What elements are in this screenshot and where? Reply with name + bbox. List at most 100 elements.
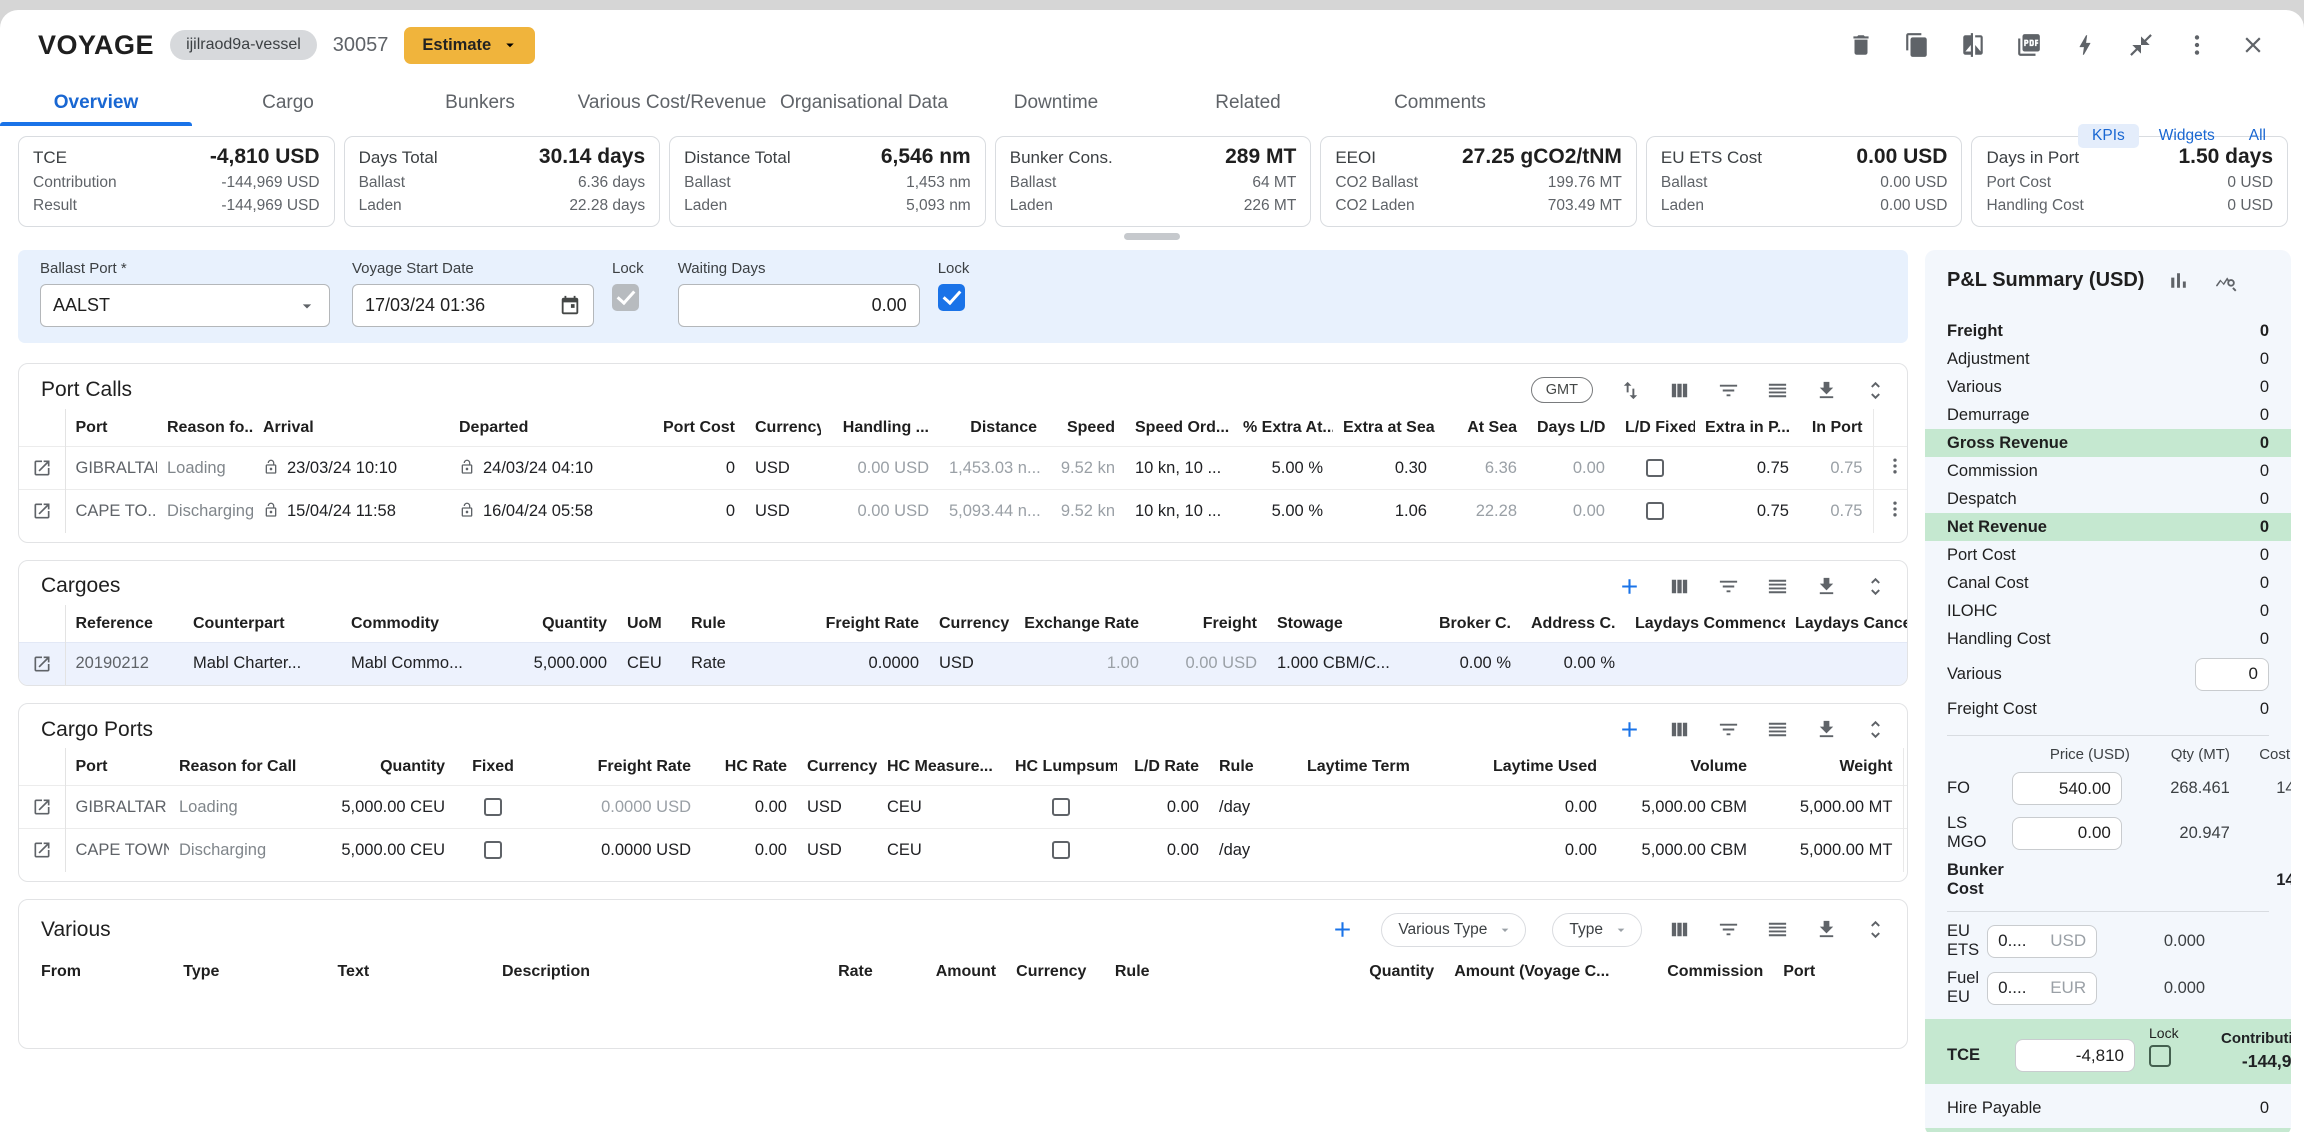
tab-organisational-data[interactable]: Organisational Data xyxy=(768,80,960,126)
cargo-row[interactable]: 20190212 Mabl Charter... Mabl Commo... 5… xyxy=(19,642,1908,685)
lock-waiting-checkbox[interactable] xyxy=(938,284,965,311)
tab-downtime[interactable]: Downtime xyxy=(960,80,1152,126)
filter-button[interactable] xyxy=(1717,918,1740,941)
tab-bunkers[interactable]: Bunkers xyxy=(384,80,576,126)
export-pdf-button[interactable] xyxy=(2012,28,2046,62)
toggle-kpis[interactable]: KPIs xyxy=(2078,124,2139,148)
collapse-section-button[interactable] xyxy=(1864,379,1887,402)
tab-comments[interactable]: Comments xyxy=(1344,80,1536,126)
voyage-form: Ballast Port * AALST Voyage Start Date 1… xyxy=(18,250,1908,343)
tce-lock-checkbox[interactable] xyxy=(2149,1045,2171,1067)
close-icon xyxy=(2240,32,2266,58)
download-icon xyxy=(1815,575,1838,598)
density-button[interactable] xyxy=(1766,918,1789,941)
columns-button[interactable] xyxy=(1668,575,1691,598)
row-menu-icon[interactable] xyxy=(1885,456,1905,476)
open-record-icon[interactable] xyxy=(32,797,52,817)
delete-button[interactable] xyxy=(1844,28,1878,62)
sort-button[interactable] xyxy=(1619,379,1642,402)
collapse-window-button[interactable] xyxy=(2124,28,2158,62)
kpi-card-days-total: Days Total30.14 days Ballast6.36 days La… xyxy=(344,136,661,227)
bar-chart-icon[interactable] xyxy=(2166,268,2191,293)
cargo-port-row[interactable]: CAPE TOWN Discharging 5,000.00 CEU 0.000… xyxy=(19,829,1908,872)
type-filter[interactable]: Type xyxy=(1552,913,1642,947)
lock-open-icon xyxy=(263,502,279,518)
estimate-button[interactable]: Estimate xyxy=(404,27,535,64)
toggle-all[interactable]: All xyxy=(2235,124,2280,148)
port-calls-section: Port Calls GMT Port xyxy=(18,363,1908,543)
add-cargo-port-button[interactable] xyxy=(1617,717,1642,742)
filter-button[interactable] xyxy=(1717,575,1740,598)
titlebar: VOYAGE ijilraod9a-vessel 30057 Estimate xyxy=(0,10,2304,80)
eu-ets-price-input[interactable]: 0.... USD xyxy=(1987,925,2097,958)
voyage-start-input[interactable]: 17/03/24 01:36 xyxy=(352,284,594,327)
fixed-checkbox[interactable] xyxy=(484,841,502,859)
pnl-next-row-sliver xyxy=(1925,1128,2291,1132)
add-various-button[interactable] xyxy=(1330,917,1355,942)
download-button[interactable] xyxy=(1815,379,1838,402)
download-button[interactable] xyxy=(1815,718,1838,741)
ld-fixed-checkbox[interactable] xyxy=(1646,459,1664,477)
density-button[interactable] xyxy=(1766,718,1789,741)
port-call-row[interactable]: CAPE TO... Discharging 15/04/24 11:58 16… xyxy=(19,490,1908,533)
eu-ets-qty: 0.000 xyxy=(2113,932,2205,951)
various-cost-input[interactable] xyxy=(2195,658,2269,691)
download-button[interactable] xyxy=(1815,918,1838,941)
port-calls-table: Port Reason fo... Arrival Departed Port … xyxy=(19,409,1908,533)
tab-overview[interactable]: Overview xyxy=(0,80,192,126)
ets-table: EU ETS 0.... USD 0.000 0 Fuel EU 0.... E… xyxy=(1947,922,2269,1007)
fo-price-input[interactable] xyxy=(2012,772,2122,805)
cargo-port-row[interactable]: GIBRALTAR Loading 5,000.00 CEU 0.0000 US… xyxy=(19,786,1908,829)
toggle-widgets[interactable]: Widgets xyxy=(2145,124,2229,148)
hc-lumpsum-checkbox[interactable] xyxy=(1052,798,1070,816)
open-record-icon[interactable] xyxy=(32,840,52,860)
open-record-icon[interactable] xyxy=(32,501,52,521)
hc-lumpsum-checkbox[interactable] xyxy=(1052,841,1070,859)
pnl-row-gross-revenue: Gross Revenue0 xyxy=(1925,429,2291,457)
lsmgo-price-input[interactable] xyxy=(2012,817,2122,850)
close-button[interactable] xyxy=(2236,28,2270,62)
fixed-checkbox[interactable] xyxy=(484,798,502,816)
density-button[interactable] xyxy=(1766,575,1789,598)
ballast-port-select[interactable]: AALST xyxy=(40,284,330,327)
filter-icon xyxy=(1717,718,1740,741)
fuel-eu-qty: 0.000 xyxy=(2113,979,2205,998)
collapse-section-button[interactable] xyxy=(1864,918,1887,941)
various-type-filter[interactable]: Various Type xyxy=(1381,913,1526,947)
tab-cargo[interactable]: Cargo xyxy=(192,80,384,126)
drag-handle[interactable] xyxy=(1124,233,1180,240)
query-stats-icon[interactable] xyxy=(2213,268,2238,293)
row-menu-icon[interactable] xyxy=(1885,499,1905,519)
filter-button[interactable] xyxy=(1717,379,1740,402)
filter-button[interactable] xyxy=(1717,718,1740,741)
compare-button[interactable] xyxy=(1956,28,1990,62)
pnl-row-various: Various0 xyxy=(1947,373,2269,401)
columns-button[interactable] xyxy=(1668,718,1691,741)
pnl-row-despatch: Despatch0 xyxy=(1947,485,2269,513)
lock-date-checkbox[interactable] xyxy=(612,284,639,311)
bolt-icon xyxy=(2072,32,2098,58)
open-record-icon[interactable] xyxy=(32,458,52,478)
tce-input[interactable] xyxy=(2015,1039,2135,1072)
copy-button[interactable] xyxy=(1900,28,1934,62)
sort-icon xyxy=(1619,379,1642,402)
port-call-row[interactable]: GIBRALTAR Loading 23/03/24 10:10 24/03/2… xyxy=(19,447,1908,490)
fuel-eu-price-input[interactable]: 0.... EUR xyxy=(1987,972,2097,1005)
more-menu-button[interactable] xyxy=(2180,28,2214,62)
pnl-row-adjustment: Adjustment0 xyxy=(1947,345,2269,373)
density-button[interactable] xyxy=(1766,379,1789,402)
columns-button[interactable] xyxy=(1668,379,1691,402)
collapse-section-button[interactable] xyxy=(1864,575,1887,598)
waiting-days-input[interactable] xyxy=(691,295,907,316)
columns-button[interactable] xyxy=(1668,918,1691,941)
tab-related[interactable]: Related xyxy=(1152,80,1344,126)
tab-various-cost-revenue[interactable]: Various Cost/Revenue xyxy=(576,80,768,126)
ld-fixed-checkbox[interactable] xyxy=(1646,502,1664,520)
add-cargo-button[interactable] xyxy=(1617,574,1642,599)
density-icon xyxy=(1766,575,1789,598)
open-record-icon[interactable] xyxy=(32,654,52,674)
collapse-section-button[interactable] xyxy=(1864,718,1887,741)
download-button[interactable] xyxy=(1815,575,1838,598)
quick-actions-button[interactable] xyxy=(2068,28,2102,62)
timezone-chip[interactable]: GMT xyxy=(1531,377,1593,403)
